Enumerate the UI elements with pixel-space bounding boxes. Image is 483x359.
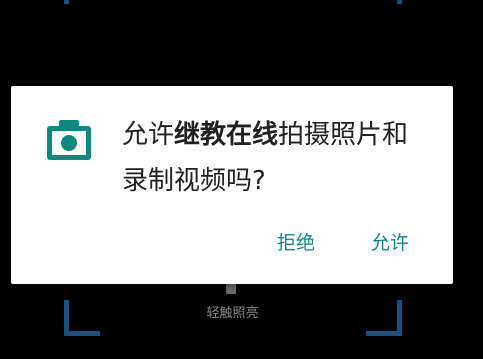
dialog-actions: 拒绝 允许 bbox=[277, 228, 409, 255]
permission-dialog: 允许继教在线拍摄照片和录制视频吗? 拒绝 允许 bbox=[11, 86, 453, 284]
message-prefix: 允许 bbox=[122, 120, 175, 150]
deny-button[interactable]: 拒绝 bbox=[277, 228, 315, 255]
camera-scanner-screen: 轻触照亮 允许继教在线拍摄照片和录制视频吗? 拒绝 允许 bbox=[0, 0, 483, 359]
app-name: 继教在线 bbox=[174, 120, 279, 150]
permission-message: 允许继教在线拍摄照片和录制视频吗? bbox=[122, 112, 432, 204]
allow-button[interactable]: 允许 bbox=[371, 228, 409, 255]
scan-frame-corner-top-left bbox=[64, 0, 100, 4]
scan-frame-corner-top-right bbox=[366, 0, 402, 4]
flash-hint-label[interactable]: 轻触照亮 bbox=[0, 302, 483, 321]
camera-icon bbox=[47, 120, 91, 160]
